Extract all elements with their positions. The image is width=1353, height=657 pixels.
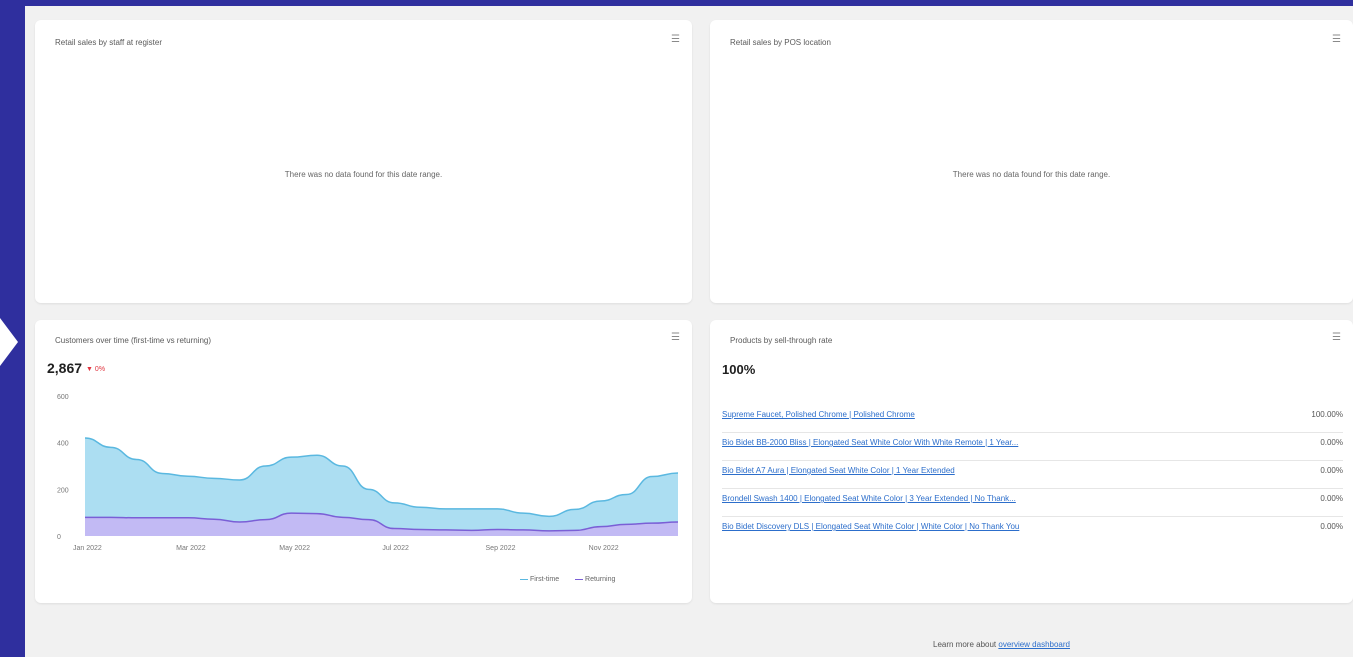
sell-through-value: 0.00%	[1320, 438, 1343, 447]
sell-through-value: 100.00%	[1311, 410, 1343, 419]
x-tick-label: Mar 2022	[176, 545, 206, 552]
card-menu-icon[interactable]: ☰	[1332, 332, 1341, 343]
sell-through-value: 0.00%	[1320, 494, 1343, 503]
card-title: Products by sell-through rate	[730, 336, 833, 345]
metric-value: 2,867 ▼ 0%	[47, 360, 105, 376]
metric-number: 2,867	[47, 360, 83, 376]
product-row: Bio Bidet BB-2000 Bliss | Elongated Seat…	[722, 432, 1343, 461]
x-tick-label: Jan 2022	[73, 545, 102, 552]
x-tick-label: May 2022	[279, 545, 310, 552]
card-retail-sales-pos: Retail sales by POS location ☰ There was…	[710, 20, 1353, 303]
product-link[interactable]: Brondell Swash 1400 | Elongated Seat Whi…	[722, 494, 1016, 503]
empty-state-message: There was no data found for this date ra…	[952, 170, 1111, 179]
dashboard-canvas: Retail sales by staff at register ☰ Ther…	[25, 6, 1353, 657]
y-tick-label: 200	[57, 487, 69, 494]
customers-area-chart: 0 200 400 600 Jan 2022 Mar 2022 May 2022 Jul 20…	[57, 394, 679, 552]
product-row: Brondell Swash 1400 | Elongated Seat Whi…	[722, 488, 1343, 517]
card-menu-icon[interactable]: ☰	[1332, 34, 1341, 45]
product-row: Supreme Faucet, Polished Chrome | Polish…	[722, 404, 1343, 433]
collapse-chevron-icon[interactable]	[0, 318, 18, 366]
product-row: Bio Bidet A7 Aura | Elongated Seat White…	[722, 460, 1343, 489]
product-link[interactable]: Bio Bidet Discovery DLS | Elongated Seat…	[722, 522, 1019, 531]
card-retail-sales-staff: Retail sales by staff at register ☰ Ther…	[35, 20, 692, 303]
sell-through-value: 0.00%	[1320, 522, 1343, 531]
sell-through-value: 0.00%	[1320, 466, 1343, 475]
y-tick-label: 400	[57, 441, 69, 448]
card-products-sell-through: Products by sell-through rate ☰ 100% Sup…	[710, 320, 1353, 603]
overview-dashboard-link[interactable]: overview dashboard	[998, 640, 1070, 649]
legend-item-returning[interactable]: Returning	[575, 576, 615, 583]
metric-delta: ▼ 0%	[86, 365, 106, 373]
product-link[interactable]: Bio Bidet BB-2000 Bliss | Elongated Seat…	[722, 438, 1018, 447]
product-link[interactable]: Bio Bidet A7 Aura | Elongated Seat White…	[722, 466, 955, 475]
card-title: Retail sales by staff at register	[55, 38, 163, 47]
card-title: Customers over time (first-time vs retur…	[55, 336, 212, 345]
card-menu-icon[interactable]: ☰	[671, 34, 680, 45]
x-tick-label: Sep 2022	[486, 545, 516, 552]
product-row: Bio Bidet Discovery DLS | Elongated Seat…	[722, 516, 1343, 544]
card-title: Retail sales by POS location	[730, 38, 831, 47]
footer-text: Learn more about	[933, 640, 997, 649]
metric-value: 100%	[722, 362, 756, 377]
y-tick-label: 0	[57, 534, 61, 541]
x-tick-label: Jul 2022	[382, 545, 409, 552]
product-link[interactable]: Supreme Faucet, Polished Chrome | Polish…	[722, 410, 915, 419]
first-time-area	[85, 438, 678, 531]
y-tick-label: 600	[57, 394, 69, 401]
legend-item-first-time[interactable]: First-time	[520, 576, 561, 583]
card-customers-over-time: Customers over time (first-time vs retur…	[35, 320, 692, 603]
chart-legend: First-time Returning	[520, 576, 615, 583]
footer-note: Learn more about overview dashboard	[933, 640, 1070, 649]
empty-state-message: There was no data found for this date ra…	[284, 170, 443, 179]
card-menu-icon[interactable]: ☰	[671, 332, 680, 343]
x-tick-label: Nov 2022	[589, 545, 619, 552]
